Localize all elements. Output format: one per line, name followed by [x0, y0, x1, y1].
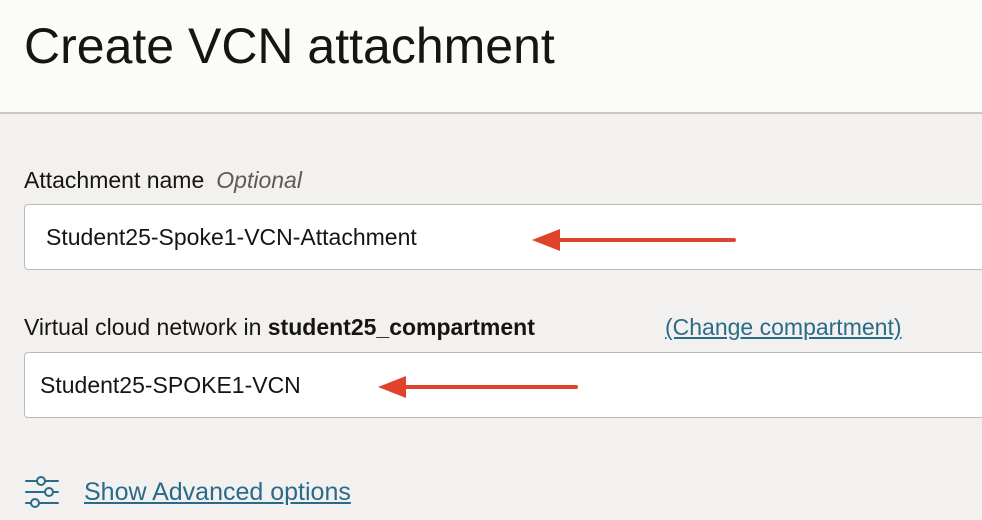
page-title: Create VCN attachment	[24, 18, 555, 74]
dialog-header: Create VCN attachment	[0, 0, 982, 114]
show-advanced-options-link[interactable]: Show Advanced options	[84, 478, 351, 507]
vcn-select[interactable]: Student25-SPOKE1-VCN	[24, 352, 982, 418]
sliders-icon	[25, 476, 59, 508]
vcn-selected-value: Student25-SPOKE1-VCN	[40, 372, 301, 398]
change-compartment-link[interactable]: (Change compartment)	[665, 312, 902, 342]
attachment-name-input[interactable]	[24, 204, 982, 270]
vcn-label: Virtual cloud network in student25_compa…	[24, 312, 535, 342]
compartment-name: student25_compartment	[267, 314, 535, 340]
show-advanced-options-button[interactable]: Show Advanced options	[24, 472, 351, 512]
optional-tag: Optional	[216, 167, 302, 193]
attachment-name-label-text: Attachment name	[24, 167, 205, 193]
vcn-label-prefix: Virtual cloud network in	[24, 314, 262, 340]
attachment-name-label: Attachment name Optional	[24, 165, 302, 195]
